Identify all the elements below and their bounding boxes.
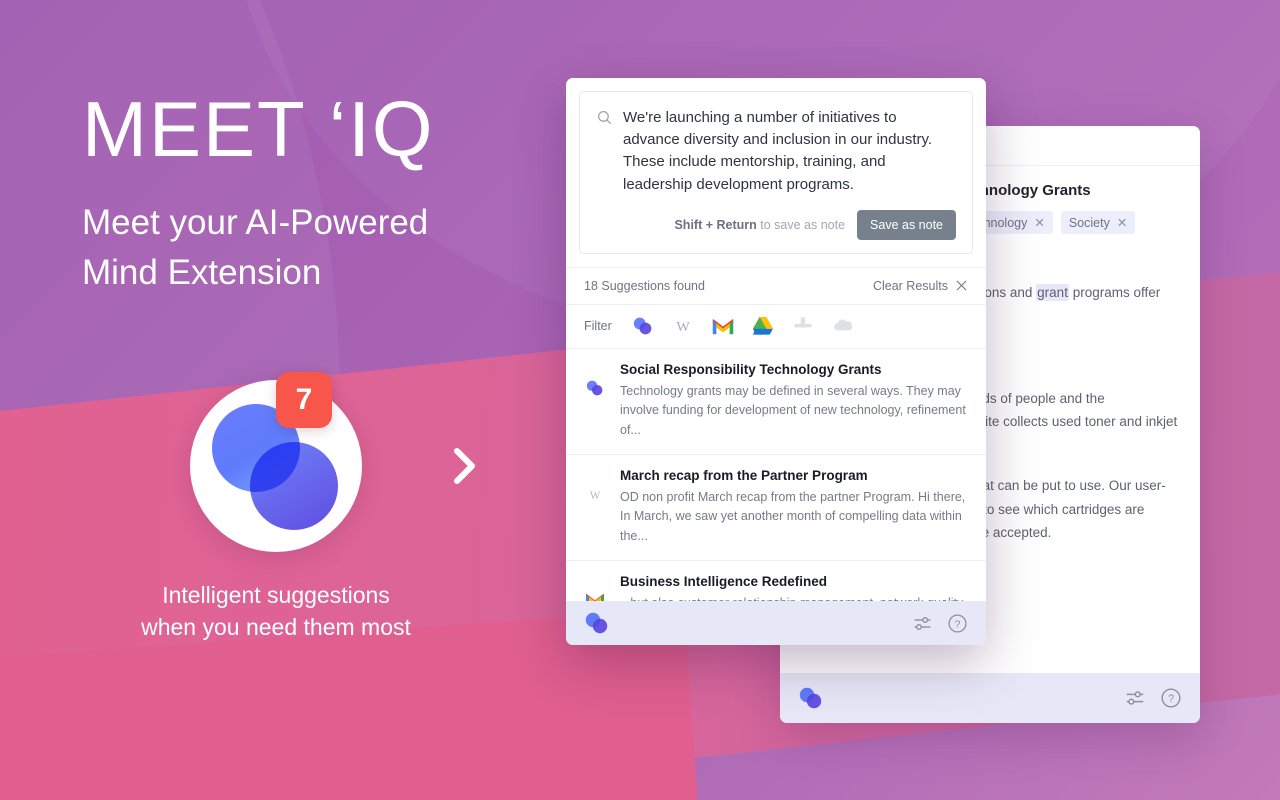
search-suggestions-popup: We're launching a number of initiatives … (566, 78, 986, 645)
iq-logo-icon[interactable] (798, 687, 824, 709)
save-hint-shortcut: Shift + Return (674, 217, 757, 232)
query-actions: Shift + Return to save as note Save as n… (596, 209, 956, 240)
svg-text:W: W (676, 319, 690, 335)
query-row: We're launching a number of initiatives … (596, 106, 956, 196)
filter-row: Filter W (566, 305, 986, 349)
filter-iq-logo-icon[interactable] (632, 315, 654, 337)
logo-blob-lower (250, 442, 338, 530)
popup-footer: ? (566, 601, 986, 645)
close-icon (956, 280, 967, 291)
result-source-icon (584, 574, 606, 601)
gmail-icon (712, 318, 733, 334)
marketing-caption: Intelligent suggestions when you need th… (0, 580, 552, 643)
filter-label: Filter (584, 319, 612, 334)
caption-line-2: when you need them most (141, 613, 411, 640)
note-tag-label: Society (1068, 216, 1110, 230)
iq-logo-icon (586, 380, 603, 396)
list-item[interactable]: Social Responsibility Technology Grants … (566, 349, 986, 455)
slack-icon (794, 317, 812, 328)
save-as-note-button[interactable]: Save as note (857, 209, 956, 240)
page-title: MEET ‘IQ (82, 85, 435, 173)
help-circle-icon[interactable]: ? (1160, 687, 1182, 709)
save-hint-text: to save as note (756, 217, 846, 232)
clear-results-button[interactable]: Clear Results (873, 279, 968, 293)
iq-logo-icon (633, 317, 652, 335)
filter-wikipedia-icon[interactable]: W (672, 315, 694, 337)
result-snippet: OD non profit March recap from the partn… (620, 489, 966, 543)
clear-results-label: Clear Results (872, 278, 948, 293)
promo-screenshot: MEET ‘IQ Meet your AI-Powered Mind Exten… (0, 0, 1280, 800)
save-hint: Shift + Return to save as note (674, 218, 845, 232)
chevron-right-icon (454, 448, 475, 484)
query-card: We're launching a number of initiatives … (579, 91, 973, 254)
results-count: 18 Suggestions found (584, 278, 705, 293)
result-source-icon (584, 362, 606, 396)
sliders-icon[interactable] (912, 613, 933, 634)
wikipedia-icon: W (590, 490, 601, 502)
marketing-column: MEET ‘IQ Meet your AI-Powered Mind Exten… (0, 0, 560, 800)
filter-salesforce-icon[interactable] (832, 315, 854, 337)
list-item[interactable]: Business Intelligence Redefined ...but a… (566, 561, 986, 601)
result-title: Social Responsibility Technology Grants (620, 361, 882, 377)
notification-badge: 7 (276, 372, 332, 428)
caption-line-1: Intelligent suggestions (162, 582, 390, 608)
page-subtitle: Meet your AI-Powered Mind Extension (82, 203, 429, 292)
results-list: Social Responsibility Technology Grants … (566, 349, 986, 601)
search-icon (598, 111, 612, 125)
sliders-icon[interactable] (1124, 687, 1146, 709)
note-panel-footer: ? (780, 673, 1200, 723)
help-circle-icon[interactable]: ? (947, 613, 968, 634)
note-tag[interactable]: Society ✕ (1060, 211, 1136, 234)
filter-google-drive-icon[interactable] (752, 315, 774, 337)
list-item[interactable]: W March recap from the Partner Program O… (566, 455, 986, 561)
close-icon[interactable]: ✕ (1117, 216, 1127, 230)
close-icon[interactable]: ✕ (1034, 216, 1044, 230)
filter-gmail-icon[interactable] (712, 315, 734, 337)
google-drive-icon (752, 317, 773, 335)
iq-logo-icon: 7 (190, 372, 362, 552)
result-source-icon: W (584, 468, 606, 504)
svg-text:W: W (590, 490, 601, 502)
search-input[interactable]: We're launching a number of initiatives … (623, 106, 956, 196)
result-title: Business Intelligence Redefined (620, 574, 828, 589)
svg-text:?: ? (955, 618, 961, 630)
svg-text:?: ? (1168, 693, 1174, 705)
filter-slack-icon[interactable] (792, 315, 814, 337)
gmail-icon (586, 593, 604, 601)
iq-logo-icon[interactable] (584, 612, 610, 634)
result-title: March recap from the Partner Program (620, 467, 868, 483)
wikipedia-icon: W (676, 319, 690, 335)
results-header: 18 Suggestions found Clear Results (566, 266, 986, 305)
note-highlight: grant (1036, 284, 1069, 301)
result-snippet: ...but also customer relationship manage… (620, 594, 968, 601)
salesforce-icon (833, 319, 852, 331)
result-snippet: Technology grants may be defined in seve… (620, 383, 966, 437)
